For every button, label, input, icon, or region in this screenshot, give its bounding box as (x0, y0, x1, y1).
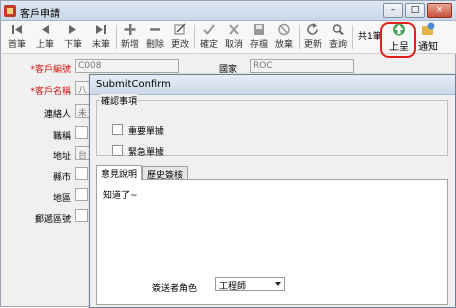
postal-code-field[interactable] (75, 209, 88, 222)
postal-code-label: 郵遞區號 (34, 215, 71, 225)
important-document-checkbox[interactable] (112, 124, 123, 135)
country-field[interactable]: ROC (250, 59, 354, 73)
confirm-items-title: 確認事項 (100, 94, 139, 107)
notify-icon (420, 22, 436, 37)
refresh-label: 更新 (303, 40, 322, 50)
delete-icon (148, 23, 162, 36)
add-icon (123, 23, 137, 36)
search-button[interactable]: 查詢 (327, 22, 349, 52)
toolbar-separator (194, 25, 195, 49)
last-record-button[interactable]: 末筆 (90, 22, 112, 52)
tab-opinion[interactable]: 意見說明 (96, 165, 143, 180)
urgent-document-checkbox[interactable] (112, 145, 123, 156)
first-record-button[interactable]: 首筆 (6, 22, 28, 52)
next-record-label: 下筆 (63, 40, 82, 50)
save-label: 存檔 (249, 40, 268, 50)
window-title: 客戶申請 (20, 9, 60, 20)
delete-button[interactable]: 刪除 (144, 22, 166, 52)
address-label: 地址 (52, 152, 71, 162)
next-record-icon (66, 23, 80, 36)
maximize-button[interactable]: □ (405, 3, 425, 18)
window-titlebar: 客戶申請 – □ × (1, 1, 456, 21)
delete-label: 刪除 (145, 40, 164, 50)
previous-record-button[interactable]: 上筆 (34, 22, 56, 52)
submit-highlight-annotation (380, 22, 416, 58)
city-label: 縣市 (52, 173, 71, 183)
opinion-textarea[interactable]: 知道了~ (103, 188, 138, 201)
edit-icon (173, 23, 187, 36)
sender-role-select[interactable]: 工程師 (215, 277, 285, 292)
discard-icon (277, 23, 291, 36)
minimize-button[interactable]: – (383, 3, 403, 18)
toolbar-separator (352, 25, 353, 49)
previous-record-label: 上筆 (35, 40, 54, 50)
save-icon (252, 23, 266, 36)
cancel-icon (227, 23, 241, 36)
chevron-down-icon (275, 282, 281, 286)
region-field[interactable] (75, 188, 88, 201)
dialog-title: SubmitConfirm (96, 79, 171, 90)
customer-no-label: *客戶編號 (30, 65, 71, 75)
customer-name-label: *客戶名稱 (30, 87, 71, 97)
confirm-icon (202, 23, 216, 36)
previous-record-icon (38, 23, 52, 36)
submit-confirm-dialog: SubmitConfirm 確認事項 重要單據 緊急單據 意見說明 歷史簽核 知… (89, 74, 456, 308)
add-button[interactable]: 新增 (119, 22, 141, 52)
region-label: 地區 (52, 194, 71, 204)
tab-history[interactable]: 歷史簽核 (142, 166, 189, 181)
important-document-label: 重要單據 (128, 127, 165, 137)
edit-label: 更改 (170, 40, 189, 50)
refresh-button[interactable]: 更新 (302, 22, 324, 52)
confirm-label: 確定 (199, 40, 218, 50)
city-field[interactable] (75, 167, 88, 180)
job-title-label: 職稱 (52, 132, 71, 142)
sender-role-label: 簽送者角色 (152, 284, 198, 294)
contact-label: 連絡人 (43, 110, 71, 120)
toolbar-separator (299, 25, 300, 49)
first-record-icon (10, 23, 24, 36)
sender-role-value: 工程師 (219, 282, 247, 292)
customer-application-window: 客戶申請 – □ × 首筆 上筆 下筆 末筆 新增 刪除 更改 確定 取消 存檔… (0, 0, 456, 308)
discard-label: 放棄 (274, 40, 293, 50)
last-record-label: 末筆 (91, 40, 110, 50)
notify-button[interactable]: 通知 (416, 21, 440, 53)
next-record-button[interactable]: 下筆 (62, 22, 84, 52)
discard-button[interactable]: 放棄 (273, 22, 295, 52)
customer-no-field[interactable]: C008 (75, 59, 179, 73)
record-count: 共1筆 (358, 32, 382, 42)
cancel-label: 取消 (224, 40, 243, 50)
last-record-icon (94, 23, 108, 36)
app-icon (4, 5, 16, 17)
cancel-button[interactable]: 取消 (223, 22, 245, 52)
search-icon (331, 23, 345, 36)
edit-button[interactable]: 更改 (169, 22, 191, 52)
notify-label: 通知 (418, 42, 438, 53)
job-title-field[interactable] (75, 126, 88, 139)
save-button[interactable]: 存檔 (248, 22, 270, 52)
first-record-label: 首筆 (7, 40, 26, 50)
toolbar-separator (116, 25, 117, 49)
urgent-document-label: 緊急單據 (128, 148, 165, 158)
dialog-titlebar: SubmitConfirm (90, 75, 455, 95)
search-label: 查詢 (328, 40, 347, 50)
refresh-icon (306, 23, 320, 36)
close-button[interactable]: × (427, 3, 452, 18)
confirm-button[interactable]: 確定 (198, 22, 220, 52)
add-label: 新增 (120, 40, 139, 50)
